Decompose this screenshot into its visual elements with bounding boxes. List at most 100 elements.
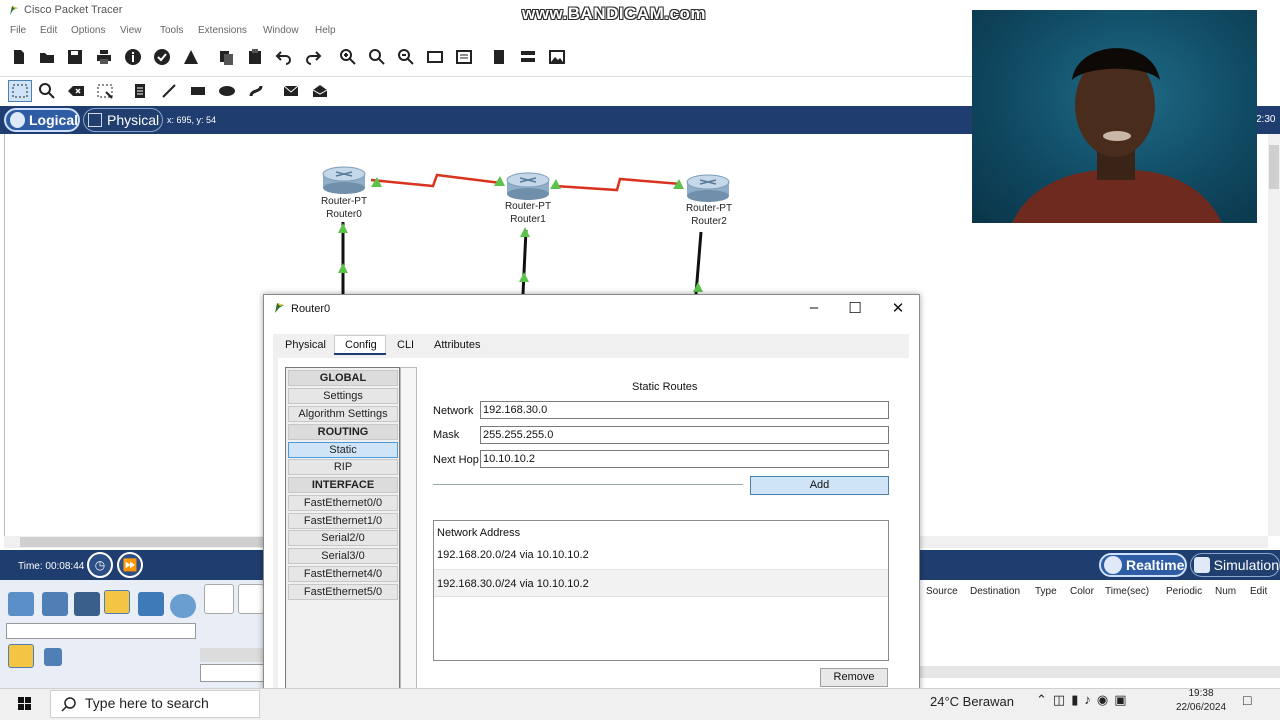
copy-icon[interactable] [216, 47, 236, 67]
zoom-out-icon[interactable] [396, 47, 416, 67]
close-button[interactable]: ✕ [883, 299, 913, 319]
maximize-button[interactable]: ☐ [840, 299, 870, 319]
workspace-vertical-scroll-thumb[interactable] [1269, 145, 1279, 189]
battery-icon[interactable]: ▮ [1071, 692, 1084, 707]
workspace-vertical-scrollbar[interactable] [1268, 134, 1280, 536]
chevron-up-icon[interactable]: ⌃ [1036, 692, 1053, 707]
network-devices-icon[interactable] [8, 592, 34, 616]
device-search-input[interactable] [6, 623, 196, 639]
col-type[interactable]: Type [1035, 586, 1057, 597]
nav-serial2-0[interactable]: Serial2/0 [288, 530, 398, 546]
connections-icon[interactable] [104, 590, 130, 614]
network-info-icon[interactable] [181, 47, 201, 67]
redo-icon[interactable] [303, 47, 323, 67]
draw-ellipse-icon[interactable] [217, 81, 237, 101]
nav-settings[interactable]: Settings [288, 388, 398, 404]
zoom-in-icon[interactable] [338, 47, 358, 67]
globe-icon[interactable]: ◉ [1097, 692, 1114, 707]
router0-label[interactable]: Router-PT Router0 [309, 195, 379, 221]
select-icon[interactable] [8, 80, 32, 102]
menu-help[interactable]: Help [315, 25, 336, 36]
doc-icon[interactable] [489, 47, 509, 67]
menu-edit[interactable]: Edit [40, 25, 57, 36]
mask-input[interactable] [480, 426, 889, 444]
nav-rip[interactable]: RIP [288, 459, 398, 475]
print-icon[interactable] [94, 47, 114, 67]
route-row[interactable]: 192.168.30.0/24 via 10.10.10.2 [434, 569, 888, 597]
nav-fastethernet1-0[interactable]: FastEthernet1/0 [288, 513, 398, 529]
col-source[interactable]: Source [926, 586, 958, 597]
draw-line-icon[interactable] [159, 81, 179, 101]
new-file-icon[interactable] [9, 47, 29, 67]
cluster-icon[interactable] [518, 47, 538, 67]
tab-config[interactable]: Config [345, 339, 377, 351]
config-nav-scrollbar[interactable]: ⌄ [400, 367, 417, 698]
drawing-palette-icon[interactable] [425, 47, 445, 67]
activity-wizard-icon[interactable] [152, 47, 172, 67]
place-note-icon[interactable] [130, 81, 150, 101]
menu-extensions[interactable]: Extensions [198, 25, 247, 36]
add-simple-pdu-icon[interactable] [281, 81, 301, 101]
add-route-button[interactable]: Add [750, 476, 889, 495]
power-cycle-button[interactable]: ◷ [87, 552, 113, 578]
logical-view-button[interactable]: Logical [4, 108, 80, 132]
components-icon[interactable] [74, 592, 100, 616]
menu-file[interactable]: File [10, 25, 26, 36]
device-model-field[interactable] [200, 664, 265, 682]
nav-fastethernet4-0[interactable]: FastEthernet4/0 [288, 566, 398, 582]
resize-shape-icon[interactable] [95, 81, 115, 101]
inspect-icon[interactable] [37, 81, 57, 101]
language-icon[interactable]: ▣ [1114, 692, 1132, 707]
nav-fastethernet5-0[interactable]: FastEthernet5/0 [288, 584, 398, 600]
add-complex-pdu-icon[interactable] [310, 81, 330, 101]
route-row[interactable]: 192.168.20.0/24 via 10.10.10.2 [434, 541, 888, 569]
tab-attributes[interactable]: Attributes [434, 339, 480, 351]
next-hop-input[interactable] [480, 450, 889, 468]
minimize-button[interactable]: – [799, 299, 829, 319]
col-color[interactable]: Color [1070, 586, 1094, 597]
physical-view-button[interactable]: Physical [83, 108, 163, 132]
menu-options[interactable]: Options [71, 25, 105, 36]
menu-view[interactable]: View [120, 25, 142, 36]
nav-serial3-0[interactable]: Serial3/0 [288, 548, 398, 564]
freeform-icon[interactable] [246, 81, 266, 101]
tab-physical[interactable]: Physical [285, 339, 326, 351]
remove-route-button[interactable]: Remove [820, 668, 888, 687]
router1-label[interactable]: Router-PT Router1 [493, 200, 563, 226]
menu-tools[interactable]: Tools [160, 25, 183, 36]
network-input[interactable] [480, 401, 889, 419]
system-clock[interactable]: 19:38 22/06/2024 [1173, 687, 1229, 715]
router2-label[interactable]: Router-PT Router2 [674, 202, 744, 228]
paste-icon[interactable] [245, 47, 265, 67]
fast-forward-button[interactable]: ⏩ [117, 552, 143, 578]
system-tray-icons[interactable]: ⌃◫▮♪◉▣ [1036, 692, 1166, 712]
network-icon[interactable]: ◫ [1053, 692, 1071, 707]
info-icon[interactable] [123, 47, 143, 67]
col-edit[interactable]: Edit [1250, 586, 1267, 597]
notifications-icon[interactable]: □ [1243, 692, 1263, 712]
col-num[interactable]: Num [1215, 586, 1236, 597]
draw-rectangle-icon[interactable] [188, 81, 208, 101]
menu-window[interactable]: Window [263, 25, 299, 36]
zoom-reset-icon[interactable] [367, 47, 387, 67]
connections-category-icon[interactable] [8, 644, 34, 668]
simulation-mode-button[interactable]: Simulation [1190, 553, 1280, 577]
auto-connection-icon[interactable] [204, 584, 234, 614]
tab-cli[interactable]: CLI [397, 339, 414, 351]
console-cable-icon[interactable] [238, 584, 264, 614]
device-panel-scrollbar[interactable] [200, 648, 265, 662]
miscellaneous-icon[interactable] [138, 592, 164, 616]
col-periodic[interactable]: Periodic [1166, 586, 1202, 597]
windows-start-button[interactable] [10, 692, 40, 716]
weather-widget[interactable]: 24°C Berawan [930, 694, 1014, 709]
grid-icon[interactable] [44, 648, 62, 666]
save-icon[interactable] [65, 47, 85, 67]
event-list-scrollbar[interactable] [920, 666, 1280, 678]
col-destination[interactable]: Destination [970, 586, 1020, 597]
col-time[interactable]: Time(sec) [1105, 586, 1149, 597]
nav-static[interactable]: Static [288, 442, 398, 458]
nav-algorithm-settings[interactable]: Algorithm Settings [288, 406, 398, 422]
nav-fastethernet0-0[interactable]: FastEthernet0/0 [288, 495, 398, 511]
custom-device-icon[interactable] [454, 47, 474, 67]
volume-icon[interactable]: ♪ [1084, 692, 1097, 707]
